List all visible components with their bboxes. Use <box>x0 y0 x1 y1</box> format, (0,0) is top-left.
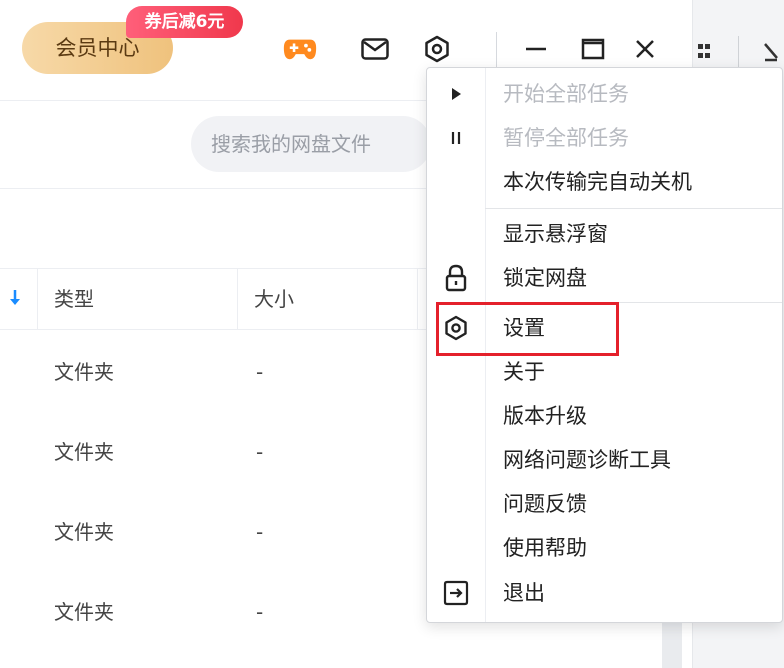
grid-icon[interactable] <box>697 42 711 66</box>
pause-icon <box>439 121 473 155</box>
column-separator <box>237 269 238 329</box>
menu-item-label: 锁定网盘 <box>503 266 587 290</box>
column-header-type[interactable]: 类型 <box>54 269 94 329</box>
column-separator <box>37 269 38 329</box>
maximize-icon[interactable] <box>576 32 610 66</box>
settings-gear-icon[interactable] <box>420 32 454 66</box>
menu-item-label: 本次传输完自动关机 <box>503 170 692 194</box>
menu-item-help[interactable]: 使用帮助 <box>427 526 782 570</box>
highlight-box <box>436 302 619 356</box>
cell-type: 文件夹 <box>54 600 114 624</box>
cell-type: 文件夹 <box>54 360 114 384</box>
menu-item-label: 使用帮助 <box>503 536 587 560</box>
promo-badge: 券后减6元 <box>126 6 243 38</box>
menu-item-exit[interactable]: 退出 <box>427 571 782 615</box>
table-row[interactable]: 文件夹 - <box>0 492 420 572</box>
cell-size: - <box>256 360 264 384</box>
minimize-icon[interactable] <box>519 32 553 66</box>
cell-size: - <box>256 600 264 624</box>
sort-arrow-icon[interactable] <box>8 289 22 311</box>
table-row[interactable]: 文件夹 - <box>0 332 420 412</box>
cell-size: - <box>256 520 264 544</box>
table-row[interactable]: 文件夹 - <box>0 412 420 492</box>
search-input[interactable]: 搜索我的网盘文件 <box>191 116 431 172</box>
menu-item-label: 网络问题诊断工具 <box>503 448 671 472</box>
menu-item-lock[interactable]: 锁定网盘 <box>427 256 782 300</box>
menu-divider <box>485 208 782 209</box>
cell-size: - <box>256 440 264 464</box>
column-separator <box>417 269 418 329</box>
menu-item-label: 开始全部任务 <box>503 82 629 106</box>
menu-item-feedback[interactable]: 问题反馈 <box>427 482 782 526</box>
title-divider <box>496 32 497 68</box>
menu-item-label: 版本升级 <box>503 404 587 428</box>
menu-item-label: 暂停全部任务 <box>503 126 629 150</box>
menu-item-network-diagnostics[interactable]: 网络问题诊断工具 <box>427 438 782 482</box>
menu-item-floating-window[interactable]: 显示悬浮窗 <box>427 212 782 256</box>
menu-item-upgrade[interactable]: 版本升级 <box>427 394 782 438</box>
menu-item-start-all[interactable]: 开始全部任务 <box>427 72 782 116</box>
close-icon[interactable] <box>628 32 662 66</box>
menu-item-label: 问题反馈 <box>503 492 587 516</box>
exit-icon <box>439 576 473 610</box>
mail-icon[interactable] <box>358 32 392 66</box>
column-header-size[interactable]: 大小 <box>254 269 294 329</box>
cell-type: 文件夹 <box>54 520 114 544</box>
play-icon <box>439 77 473 111</box>
menu-item-label: 退出 <box>503 581 545 605</box>
cell-type: 文件夹 <box>54 440 114 464</box>
table-row[interactable]: 文件夹 - <box>0 572 420 652</box>
game-icon[interactable] <box>283 32 317 66</box>
lock-icon <box>439 261 473 295</box>
menu-item-auto-shutdown[interactable]: 本次传输完自动关机 <box>427 160 782 204</box>
menu-item-pause-all[interactable]: 暂停全部任务 <box>427 116 782 160</box>
menu-item-about[interactable]: 关于 <box>427 350 782 394</box>
menu-item-label: 显示悬浮窗 <box>503 222 608 246</box>
menu-item-label: 关于 <box>503 360 545 384</box>
